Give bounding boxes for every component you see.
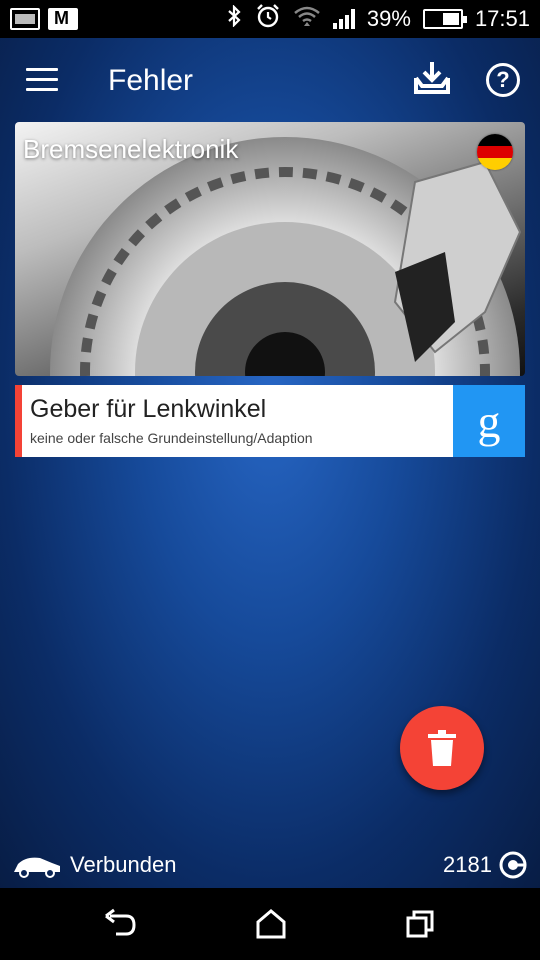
germany-flag[interactable] <box>477 134 513 170</box>
module-card[interactable]: Bremsenelektronik <box>15 122 525 376</box>
menu-icon[interactable] <box>26 68 58 92</box>
error-list-item[interactable]: Geber für Lenkwinkel keine oder falsche … <box>15 385 525 457</box>
wifi-icon <box>293 4 321 34</box>
error-description: keine oder falsche Grundeinstellung/Adap… <box>30 430 313 446</box>
module-title: Bremsenelektronik <box>23 134 239 164</box>
app-screen: Fehler ? Bremsenelektronik Geber für Len… <box>0 38 540 888</box>
back-icon[interactable] <box>104 908 144 940</box>
clock: 17:51 <box>474 6 530 31</box>
image-notification-icon <box>10 8 40 30</box>
connection-footer: Verbunden 2181 <box>0 844 540 886</box>
connection-status: Verbunden <box>70 852 177 877</box>
battery-percent: 39% <box>366 6 411 31</box>
status-bar: 39% 17:51 <box>0 0 540 38</box>
signal-icon <box>332 9 355 29</box>
delete-errors-button[interactable] <box>400 706 484 790</box>
download-inbox-icon[interactable] <box>412 58 452 98</box>
recent-apps-icon[interactable] <box>404 908 444 940</box>
error-title: Geber für Lenkwinkel <box>30 395 267 423</box>
toolbar: Fehler ? <box>0 38 540 122</box>
car-icon <box>14 857 60 878</box>
bluetooth-icon <box>225 4 243 33</box>
alarm-icon <box>255 3 281 35</box>
system-nav-bar <box>0 888 540 960</box>
home-icon[interactable] <box>254 908 294 940</box>
battery-icon <box>422 9 467 29</box>
error-text: Geber für Lenkwinkel keine oder falsche … <box>22 385 453 457</box>
help-icon[interactable]: ? <box>486 63 520 97</box>
page-title: Fehler <box>108 64 194 97</box>
gmail-icon <box>48 8 78 30</box>
counter-value: 2181 <box>443 852 492 877</box>
trash-icon <box>428 730 456 766</box>
google-search-icon[interactable]: g <box>453 385 525 457</box>
disconnect-icon[interactable] <box>498 850 528 880</box>
error-severity-indicator <box>15 385 22 457</box>
